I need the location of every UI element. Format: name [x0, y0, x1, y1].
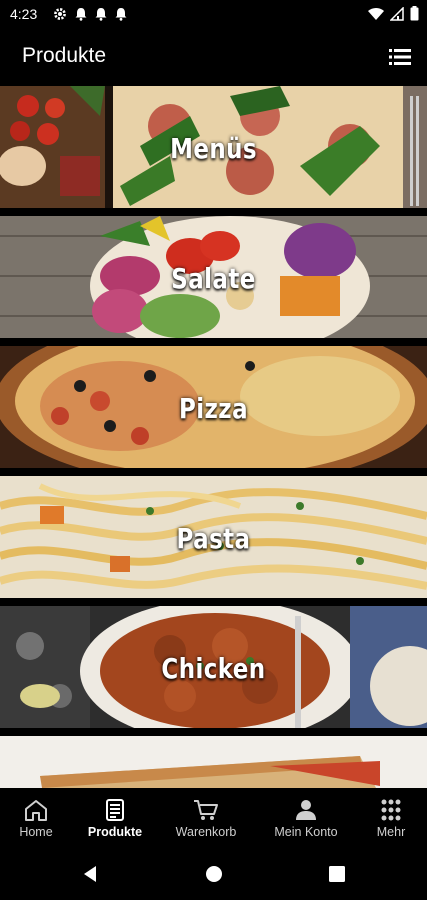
bell-icon — [95, 8, 107, 21]
category-partial[interactable] — [0, 736, 427, 788]
nav-home[interactable]: Home — [13, 788, 59, 848]
page-title: Produkte — [22, 44, 107, 67]
sandwich-image — [0, 736, 427, 788]
list-icon[interactable] — [389, 48, 411, 66]
status-notification-icons — [53, 7, 127, 21]
category-label: Pizza — [179, 391, 248, 425]
category-chicken[interactable]: Chicken — [0, 606, 427, 730]
recents-icon[interactable] — [327, 864, 347, 884]
category-label: Menüs — [170, 131, 257, 165]
category-salate[interactable]: Salate — [0, 216, 427, 340]
nav-mein-konto-label: Mein Konto — [274, 825, 338, 839]
signal-icon — [390, 6, 404, 21]
nav-produkte-label: Produkte — [87, 825, 143, 839]
bell-icon — [75, 8, 87, 21]
status-bar: 4:23 — [0, 0, 427, 30]
menu-card-icon — [106, 799, 124, 821]
bell-icon — [115, 8, 127, 21]
grid-icon — [381, 799, 401, 821]
category-pizza[interactable]: Pizza — [0, 346, 427, 470]
back-icon[interactable] — [80, 864, 100, 884]
battery-icon — [410, 6, 419, 21]
system-navigation-bar — [0, 848, 427, 900]
category-label: Chicken — [161, 651, 266, 685]
category-list: Menüs Salate Pizza Pasta Chicken — [0, 86, 427, 788]
nav-warenkorb[interactable]: Warenkorb — [168, 788, 244, 848]
nav-mehr-label: Mehr — [376, 825, 406, 839]
status-time: 4:23 — [10, 6, 38, 22]
category-pasta[interactable]: Pasta — [0, 476, 427, 600]
nav-warenkorb-label: Warenkorb — [175, 825, 237, 839]
nav-mein-konto[interactable]: Mein Konto — [266, 788, 346, 848]
bottom-navigation: Home Produkte Warenkorb Mein Konto Mehr — [0, 788, 427, 848]
cart-icon — [194, 800, 218, 820]
category-label: Pasta — [176, 521, 251, 555]
nav-mehr[interactable]: Mehr — [370, 788, 412, 848]
wifi-icon — [368, 7, 384, 20]
app-bar: Produkte — [0, 30, 427, 86]
category-menus[interactable]: Menüs — [0, 86, 427, 210]
home-circle-icon[interactable] — [204, 864, 224, 884]
nav-produkte[interactable]: Produkte — [84, 788, 146, 848]
home-icon — [25, 800, 47, 821]
category-label: Salate — [171, 261, 256, 295]
status-system-icons — [368, 6, 419, 21]
gear-icon — [54, 8, 66, 20]
nav-home-label: Home — [19, 825, 53, 839]
person-icon — [296, 800, 316, 820]
